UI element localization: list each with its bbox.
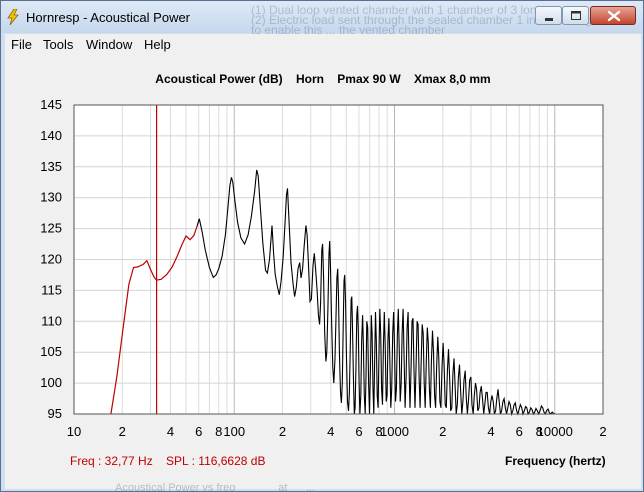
y-tick-label: 130 [40, 190, 62, 205]
chart-area: Acoustical Power (dB) Horn Pmax 90 W Xma… [5, 54, 641, 492]
close-icon [607, 10, 621, 22]
acoustical-power-plot[interactable]: 9510010511011512012513013514014510 2 4 6 8 10… [5, 54, 641, 454]
minimize-icon [545, 18, 553, 21]
y-tick-label: 100 [40, 375, 62, 390]
main-window: Hornresp - Acoustical Power (1) Dual loo… [0, 0, 644, 492]
y-tick-label: 105 [40, 344, 62, 359]
y-tick-label: 135 [40, 159, 62, 174]
background-window-text: Acoustical Power vs freq at ... [115, 482, 352, 492]
x-tick-label: 6 [195, 424, 202, 439]
x-tick-label: 100 [223, 424, 245, 439]
close-button[interactable] [590, 6, 636, 25]
x-tick-label: 2 [439, 424, 446, 439]
x-axis-label: Frequency (hertz) [505, 454, 606, 468]
maximize-button[interactable] [562, 6, 589, 25]
title-bar[interactable]: Hornresp - Acoustical Power (1) Dual loo… [1, 1, 643, 37]
minimize-button[interactable] [535, 6, 562, 25]
y-tick-label: 145 [40, 97, 62, 112]
x-tick-label: 1000 [380, 424, 409, 439]
y-tick-label: 115 [41, 282, 62, 297]
x-tick-label: 4 [487, 424, 494, 439]
menu-tools[interactable]: Tools [43, 37, 73, 52]
x-tick-label: 10 [67, 424, 81, 439]
menu-window[interactable]: Window [86, 37, 132, 52]
y-tick-label: 125 [40, 221, 62, 236]
cursor-readout: Freq : 32,77 Hz SPL : 116,6628 dB [70, 454, 266, 468]
maximize-icon [571, 11, 581, 20]
x-tick-label: 2 [599, 424, 606, 439]
menu-file[interactable]: File [11, 37, 32, 52]
x-tick-label: 10000 [537, 424, 573, 439]
x-tick-label: 4 [327, 424, 334, 439]
x-tick-label: 2 [279, 424, 286, 439]
x-tick-label: 6 [516, 424, 523, 439]
window-title: Hornresp - Acoustical Power [26, 10, 191, 25]
lightning-app-icon [7, 9, 19, 25]
y-tick-label: 95 [48, 406, 62, 421]
x-tick-label: 6 [355, 424, 362, 439]
x-tick-label: 4 [167, 424, 174, 439]
y-tick-label: 110 [41, 313, 62, 328]
menu-help[interactable]: Help [144, 37, 171, 52]
menu-bar: File Tools Window Help [5, 34, 641, 54]
y-tick-label: 140 [40, 128, 62, 143]
x-tick-label: 2 [119, 424, 126, 439]
y-tick-label: 120 [40, 252, 62, 267]
x-tick-label: 8 [215, 424, 222, 439]
